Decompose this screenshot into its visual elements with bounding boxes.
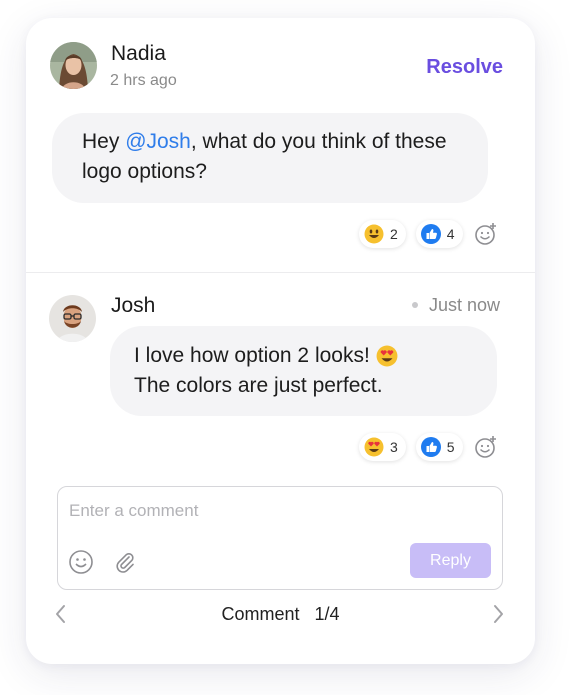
thumbs-up-icon [420, 224, 441, 244]
message-text: The colors are just perfect. [134, 374, 383, 397]
emoji-picker-icon[interactable] [68, 549, 94, 575]
comment-timestamp: Just now [429, 295, 501, 315]
status-dot [412, 302, 418, 308]
comment-author-name: Josh [111, 294, 156, 317]
reaction-heart-eyes[interactable]: 3 [359, 433, 406, 461]
pager-position: 1/4 [314, 604, 340, 624]
reaction-count: 2 [390, 226, 398, 242]
reaction-smiley[interactable]: 2 [359, 220, 406, 248]
heart-eyes-emoji-icon [364, 437, 384, 457]
heart-eyes-emoji-icon [376, 345, 398, 367]
add-reaction-icon[interactable] [473, 434, 499, 460]
avatar-nadia[interactable] [50, 42, 97, 89]
reaction-count: 4 [446, 226, 455, 242]
comment-composer: Reply [57, 486, 503, 590]
message-line: I love how option 2 looks! [134, 341, 473, 371]
comment-pager: Comment 1/4 [26, 602, 535, 626]
message-text: I love how option 2 looks! [134, 344, 370, 367]
comment-author-name: Nadia [111, 42, 166, 65]
comment-divider [26, 272, 535, 273]
reaction-bar: 2 4 [359, 220, 499, 248]
thumbs-up-icon [420, 437, 441, 457]
pager-text: Comment [221, 604, 300, 624]
reply-button[interactable]: Reply [410, 543, 491, 578]
resolve-button[interactable]: Resolve [426, 56, 503, 79]
avatar-josh[interactable] [49, 295, 96, 342]
attachment-icon[interactable] [112, 549, 138, 575]
comment-timestamp: 2 hrs ago [110, 72, 177, 89]
comment-input[interactable] [69, 499, 489, 523]
reaction-count: 5 [446, 439, 455, 455]
smiley-emoji-icon [364, 224, 384, 244]
reaction-thumbs-up[interactable]: 4 [415, 220, 463, 248]
pager-label: Comment 1/4 [26, 604, 535, 625]
reaction-thumbs-up[interactable]: 5 [415, 433, 463, 461]
comment-message-bubble: I love how option 2 looks! The colors ar… [110, 326, 497, 416]
message-text: Hey [82, 130, 126, 153]
comment-thread-card: Nadia 2 hrs ago Resolve Hey @Josh, what … [26, 18, 535, 664]
add-reaction-icon[interactable] [473, 221, 499, 247]
reaction-count: 3 [390, 439, 398, 455]
comment-message-bubble: Hey @Josh, what do you think of these lo… [52, 113, 488, 203]
mention-link[interactable]: @Josh [125, 130, 191, 153]
chevron-right-icon[interactable] [487, 602, 509, 626]
reaction-bar: 3 5 [359, 433, 499, 461]
